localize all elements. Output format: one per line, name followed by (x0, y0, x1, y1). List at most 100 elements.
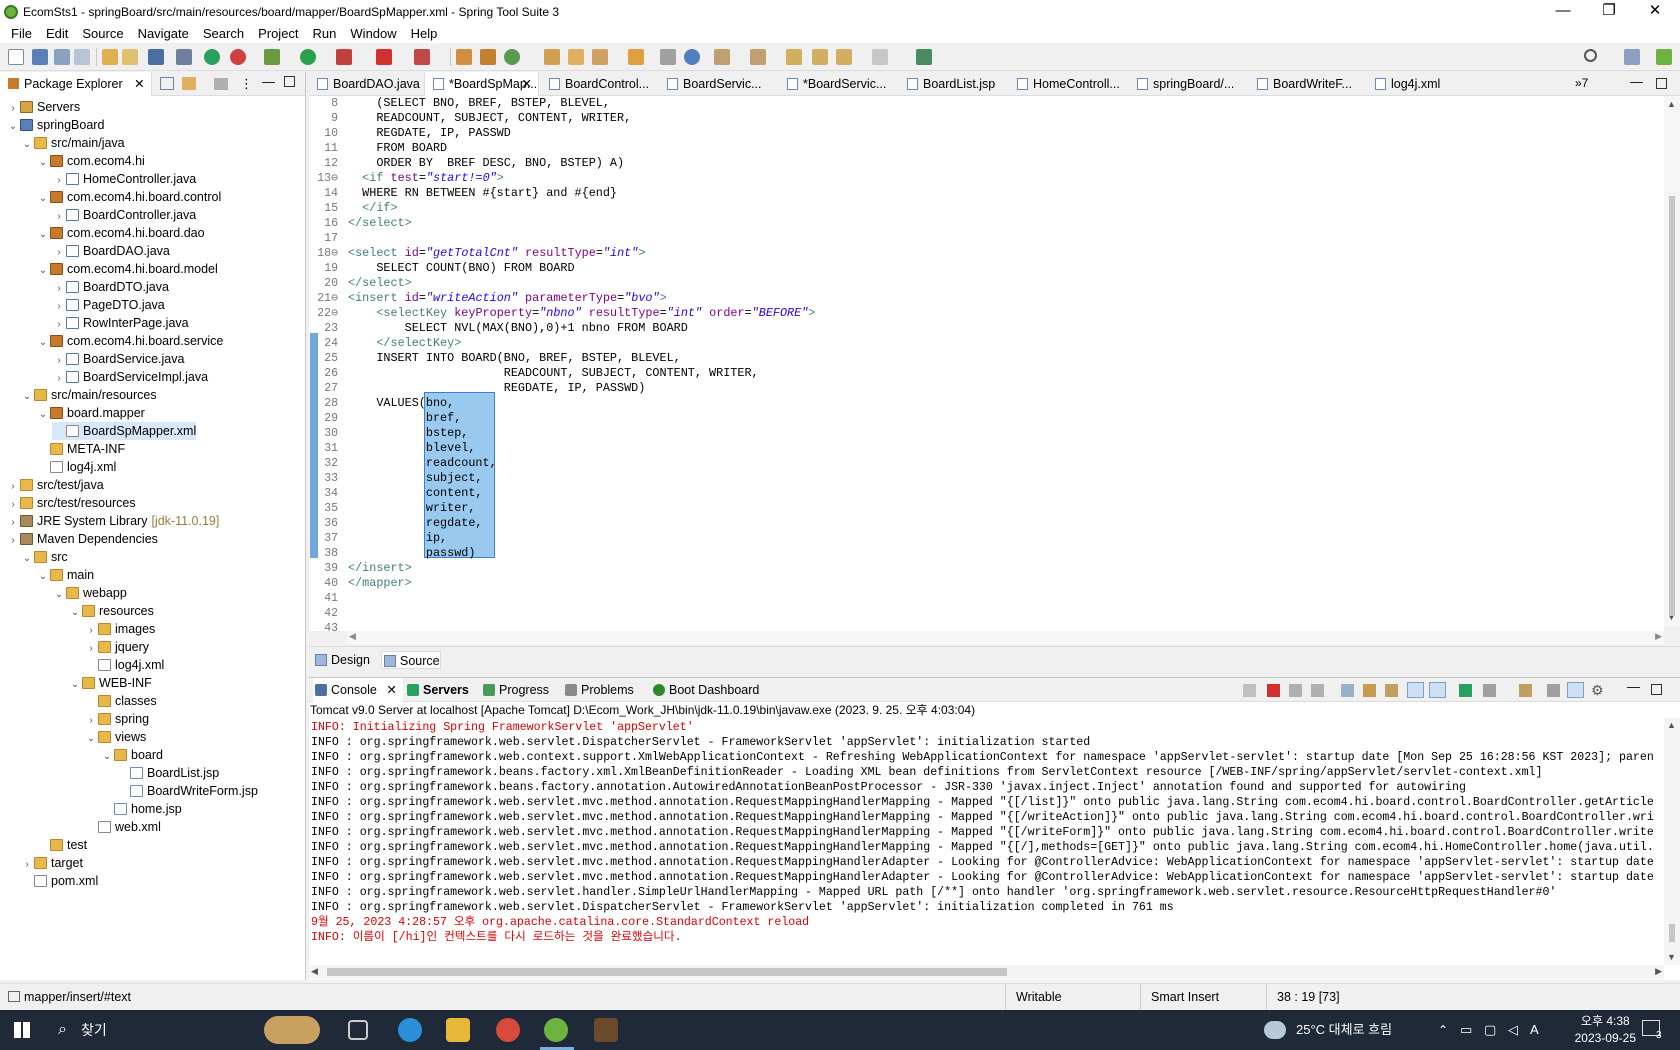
code-line[interactable]: content, (348, 486, 483, 501)
tree-item[interactable]: › JRE System Library [jdk-11.0.19] (6, 512, 219, 530)
new-java-project-icon[interactable] (456, 49, 472, 65)
spring-tool-suite-taskbar-icon[interactable] (544, 1018, 568, 1042)
tree-item[interactable]: META-INF (36, 440, 125, 458)
view-menu-icon[interactable]: ⋮ (240, 76, 253, 92)
code-line[interactable]: </select> (348, 216, 412, 231)
edge-browser-icon[interactable] (398, 1018, 422, 1042)
open-perspective-icon[interactable] (1624, 49, 1640, 65)
code-line[interactable]: </if> (348, 201, 397, 216)
ime-indicator[interactable]: A (1530, 1010, 1539, 1050)
pin-editor-icon[interactable] (916, 49, 932, 65)
last-edit-icon[interactable] (786, 49, 802, 65)
tree-item[interactable]: › Servers (6, 98, 80, 116)
editor-tab[interactable]: *BoardSpMap... ✕ (424, 72, 539, 96)
code-line[interactable]: ORDER BY BREF DESC, BNO, BSTEP) A) (348, 156, 624, 171)
tree-item[interactable]: › jquery (84, 638, 149, 656)
show-stderr-icon[interactable] (1429, 682, 1446, 698)
code-line[interactable]: regdate, (348, 516, 483, 531)
tree-item[interactable]: › Maven Dependencies (6, 530, 158, 548)
spring-perspective-icon[interactable] (1656, 49, 1672, 65)
code-line[interactable]: READCOUNT, SUBJECT, CONTENT, WRITER, (348, 366, 759, 381)
chevron-down-icon[interactable]: ⌄ (36, 262, 50, 280)
tree-item[interactable]: BoardList.jsp (116, 764, 219, 782)
collapse-all-icon[interactable] (160, 77, 174, 90)
tree-item[interactable]: BoardWriteForm.jsp (116, 782, 258, 800)
search-file-icon[interactable] (628, 49, 644, 65)
code-line[interactable]: (SELECT BNO, BREF, BSTEP, BLEVEL, (348, 96, 610, 111)
tree-item[interactable]: ⌄ com.ecom4.hi.board.dao (36, 224, 205, 242)
code-line[interactable]: <selectKey keyProperty="nbno" resultType… (348, 306, 815, 321)
tree-item[interactable]: ⌄ com.ecom4.hi.board.model (36, 260, 218, 278)
open-folder-icon[interactable] (568, 49, 584, 65)
word-wrap-icon[interactable] (1385, 684, 1398, 697)
stop-server-icon[interactable] (230, 49, 246, 65)
taskbar-clock[interactable]: 오후 4:38 2023-09-25 (1575, 1013, 1636, 1047)
tree-item[interactable]: › BoardDTO.java (52, 278, 169, 296)
scroll-left-icon[interactable]: ◀ (311, 966, 318, 977)
taskbar-search[interactable]: ⌕ 찾기 (48, 1010, 224, 1050)
new-class-icon[interactable] (504, 49, 520, 65)
remove-all-icon[interactable] (1311, 684, 1324, 697)
close-icon[interactable]: ✕ (134, 77, 144, 91)
search-icon[interactable] (1584, 49, 1597, 62)
editor-tab[interactable]: BoardWriteF... (1249, 72, 1365, 96)
close-icon[interactable]: ✕ (522, 72, 532, 96)
browser-icon[interactable] (684, 49, 700, 65)
next-annotation-icon[interactable] (714, 49, 730, 65)
code-line[interactable]: REGDATE, IP, PASSWD) (348, 381, 646, 396)
volume-icon[interactable]: ◁ (1508, 1010, 1518, 1050)
tree-item[interactable]: ⌄ src/main/resources (20, 386, 157, 404)
code-line[interactable]: writer, (348, 501, 476, 516)
debug-icon[interactable] (264, 49, 280, 65)
code-line[interactable]: SELECT NVL(MAX(BNO),0)+1 nbno FROM BOARD (348, 321, 688, 336)
editor-tab[interactable]: BoardList.jsp (899, 72, 1007, 96)
tab-design[interactable]: Design (313, 651, 370, 669)
network-icon[interactable]: ▭ (1460, 1010, 1472, 1050)
code-line[interactable]: <insert id="writeAction" parameterType="… (348, 291, 667, 306)
menu-help[interactable]: Help (404, 26, 445, 41)
chevron-down-icon[interactable]: ⌄ (52, 586, 66, 604)
chevron-down-icon[interactable]: ⌄ (20, 388, 34, 406)
show-stdout-icon[interactable] (1407, 682, 1424, 698)
link-with-icon[interactable] (1567, 682, 1584, 698)
code-line[interactable]: bref, (348, 411, 461, 426)
annotation-icon[interactable] (592, 49, 608, 65)
code-line[interactable]: </mapper> (348, 576, 412, 591)
launch-icon[interactable] (414, 49, 430, 65)
remove-launch-icon[interactable] (1289, 684, 1302, 697)
editor-horizontal-scrollbar[interactable]: ◀ ▶ (347, 631, 1664, 645)
console-vertical-scrollbar[interactable]: ▲ ▼ (1664, 718, 1680, 965)
code-line[interactable]: passwd) (348, 546, 476, 561)
code-line[interactable]: </insert> (348, 561, 412, 576)
tree-item[interactable]: › BoardService.java (52, 350, 184, 368)
chevron-right-icon[interactable]: › (6, 532, 20, 550)
copy-icon[interactable] (1547, 684, 1560, 697)
chevron-down-icon[interactable]: ⌄ (36, 406, 50, 424)
tree-item[interactable]: home.jsp (100, 800, 182, 818)
tree-item[interactable]: › src/test/java (6, 476, 103, 494)
weather-text[interactable]: 25°C 대체로 흐림 (1296, 1010, 1392, 1050)
tree-item[interactable]: log4j.xml (84, 656, 164, 674)
open-resource-icon[interactable] (122, 49, 138, 65)
menu-project[interactable]: Project (251, 26, 305, 41)
chevron-down-icon[interactable]: ⌄ (20, 136, 34, 154)
display-console-icon[interactable] (1483, 684, 1496, 697)
editor-tab[interactable]: HomeControll... (1009, 72, 1127, 96)
editor-tab[interactable]: BoardControl... (541, 72, 657, 96)
code-line[interactable]: blevel, (348, 441, 476, 456)
close-icon[interactable]: ✕ (386, 683, 396, 697)
code-line[interactable]: SELECT COUNT(BNO) FROM BOARD (348, 261, 574, 276)
tree-item[interactable]: › spring (84, 710, 149, 728)
scroll-thumb[interactable] (1669, 924, 1675, 942)
editor-tab[interactable]: BoardDAO.java (309, 72, 422, 96)
tab-boot-dashboard[interactable]: Boot Dashboard (651, 678, 759, 702)
tree-item[interactable]: › BoardServiceImpl.java (52, 368, 208, 386)
filter-icon[interactable] (214, 78, 228, 90)
tree-item[interactable]: ⌄ com.ecom4.hi.board.service (36, 332, 224, 350)
scroll-right-icon[interactable]: ▶ (1655, 966, 1662, 977)
tab-source[interactable]: Source (381, 651, 441, 669)
minimize-button[interactable]: — (1540, 0, 1586, 23)
editor-tab[interactable]: springBoard/... (1129, 72, 1247, 96)
tree-item[interactable]: ⌄ com.ecom4.hi.board.control (36, 188, 221, 206)
maximize-button[interactable]: ❐ (1586, 0, 1632, 23)
